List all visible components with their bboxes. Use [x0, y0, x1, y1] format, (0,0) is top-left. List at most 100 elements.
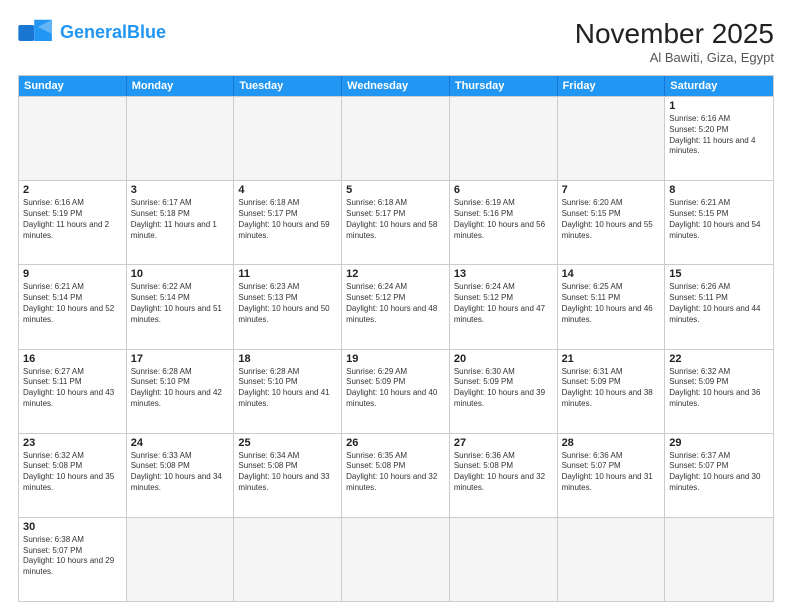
calendar-cell-r6-c1: 30Sunrise: 6:38 AM Sunset: 5:07 PM Dayli… — [19, 518, 127, 601]
calendar-cell-r6-c6 — [558, 518, 666, 601]
day-number: 25 — [238, 437, 337, 449]
cell-info: Sunrise: 6:36 AM Sunset: 5:08 PM Dayligh… — [454, 451, 553, 494]
cell-info: Sunrise: 6:33 AM Sunset: 5:08 PM Dayligh… — [131, 451, 230, 494]
header-thursday: Thursday — [450, 76, 558, 96]
cell-info: Sunrise: 6:20 AM Sunset: 5:15 PM Dayligh… — [562, 198, 661, 241]
day-number: 8 — [669, 184, 769, 196]
calendar: Sunday Monday Tuesday Wednesday Thursday… — [18, 75, 774, 602]
calendar-cell-r1-c4 — [342, 97, 450, 180]
day-number: 17 — [131, 353, 230, 365]
calendar-cell-r6-c7 — [665, 518, 773, 601]
calendar-cell-r1-c5 — [450, 97, 558, 180]
calendar-cell-r5-c7: 29Sunrise: 6:37 AM Sunset: 5:07 PM Dayli… — [665, 434, 773, 517]
cell-info: Sunrise: 6:31 AM Sunset: 5:09 PM Dayligh… — [562, 367, 661, 410]
cell-info: Sunrise: 6:35 AM Sunset: 5:08 PM Dayligh… — [346, 451, 445, 494]
day-number: 26 — [346, 437, 445, 449]
header: GeneralBlue November 2025 Al Bawiti, Giz… — [18, 18, 774, 65]
cell-info: Sunrise: 6:28 AM Sunset: 5:10 PM Dayligh… — [131, 367, 230, 410]
calendar-body: 1 Sunrise: 6:16 AM Sunset: 5:20 PM Daylig… — [19, 96, 773, 601]
location: Al Bawiti, Giza, Egypt — [575, 50, 774, 65]
header-tuesday: Tuesday — [234, 76, 342, 96]
calendar-cell-r5-c3: 25Sunrise: 6:34 AM Sunset: 5:08 PM Dayli… — [234, 434, 342, 517]
month-title: November 2025 — [575, 18, 774, 50]
calendar-row-2: 2Sunrise: 6:16 AM Sunset: 5:19 PM Daylig… — [19, 180, 773, 264]
calendar-cell-r4-c3: 18Sunrise: 6:28 AM Sunset: 5:10 PM Dayli… — [234, 350, 342, 433]
cell-info: Sunrise: 6:19 AM Sunset: 5:16 PM Dayligh… — [454, 198, 553, 241]
day-number: 24 — [131, 437, 230, 449]
logo-text: GeneralBlue — [60, 23, 166, 43]
calendar-cell-r2-c2: 3 Sunrise: 6:17 AM Sunset: 5:18 PM Daylig… — [127, 181, 235, 264]
calendar-cell-r2-c1: 2Sunrise: 6:16 AM Sunset: 5:19 PM Daylig… — [19, 181, 127, 264]
logo-blue: Blue — [127, 22, 166, 42]
calendar-cell-r3-c6: 14 Sunrise: 6:25 AM Sunset: 5:11 PM Dayli… — [558, 265, 666, 348]
calendar-row-3: 9 Sunrise: 6:21 AM Sunset: 5:14 PM Daylig… — [19, 264, 773, 348]
calendar-cell-r1-c3 — [234, 97, 342, 180]
day-number: 16 — [23, 353, 122, 365]
day-number: 20 — [454, 353, 553, 365]
day-number: 15 — [669, 268, 769, 280]
calendar-cell-r4-c6: 21 Sunrise: 6:31 AM Sunset: 5:09 PM Dayli… — [558, 350, 666, 433]
cell-info: Sunrise: 6:22 AM Sunset: 5:14 PM Dayligh… — [131, 282, 230, 325]
day-number: 7 — [562, 184, 661, 196]
day-number: 9 — [23, 268, 122, 280]
calendar-row-4: 16Sunrise: 6:27 AM Sunset: 5:11 PM Dayli… — [19, 349, 773, 433]
header-friday: Friday — [558, 76, 666, 96]
calendar-cell-r5-c1: 23 Sunrise: 6:32 AM Sunset: 5:08 PM Dayli… — [19, 434, 127, 517]
day-number: 28 — [562, 437, 661, 449]
calendar-header: Sunday Monday Tuesday Wednesday Thursday… — [19, 76, 773, 96]
calendar-cell-r6-c2 — [127, 518, 235, 601]
day-number: 27 — [454, 437, 553, 449]
day-number: 29 — [669, 437, 769, 449]
cell-info: Sunrise: 6:25 AM Sunset: 5:11 PM Dayligh… — [562, 282, 661, 325]
calendar-cell-r3-c3: 11 Sunrise: 6:23 AM Sunset: 5:13 PM Dayli… — [234, 265, 342, 348]
page: GeneralBlue November 2025 Al Bawiti, Giz… — [0, 0, 792, 612]
day-number: 1 — [669, 100, 769, 112]
cell-info: Sunrise: 6:26 AM Sunset: 5:11 PM Dayligh… — [669, 282, 769, 325]
day-number: 13 — [454, 268, 553, 280]
cell-info: Sunrise: 6:32 AM Sunset: 5:08 PM Dayligh… — [23, 451, 122, 494]
day-number: 14 — [562, 268, 661, 280]
header-monday: Monday — [127, 76, 235, 96]
calendar-cell-r1-c6 — [558, 97, 666, 180]
day-number: 3 — [131, 184, 230, 196]
calendar-cell-r5-c2: 24 Sunrise: 6:33 AM Sunset: 5:08 PM Dayli… — [127, 434, 235, 517]
cell-info: Sunrise: 6:17 AM Sunset: 5:18 PM Dayligh… — [131, 198, 230, 241]
cell-info: Sunrise: 6:23 AM Sunset: 5:13 PM Dayligh… — [238, 282, 337, 325]
cell-info: Sunrise: 6:16 AM Sunset: 5:20 PM Dayligh… — [669, 114, 769, 157]
day-number: 23 — [23, 437, 122, 449]
calendar-cell-r2-c3: 4Sunrise: 6:18 AM Sunset: 5:17 PM Daylig… — [234, 181, 342, 264]
calendar-cell-r6-c4 — [342, 518, 450, 601]
calendar-cell-r5-c5: 27 Sunrise: 6:36 AM Sunset: 5:08 PM Dayli… — [450, 434, 558, 517]
day-number: 19 — [346, 353, 445, 365]
header-saturday: Saturday — [665, 76, 773, 96]
cell-info: Sunrise: 6:32 AM Sunset: 5:09 PM Dayligh… — [669, 367, 769, 410]
cell-info: Sunrise: 6:24 AM Sunset: 5:12 PM Dayligh… — [454, 282, 553, 325]
day-number: 21 — [562, 353, 661, 365]
calendar-row-6: 30Sunrise: 6:38 AM Sunset: 5:07 PM Dayli… — [19, 517, 773, 601]
calendar-cell-r4-c4: 19 Sunrise: 6:29 AM Sunset: 5:09 PM Dayli… — [342, 350, 450, 433]
day-number: 22 — [669, 353, 769, 365]
calendar-cell-r1-c1 — [19, 97, 127, 180]
calendar-cell-r6-c5 — [450, 518, 558, 601]
cell-info: Sunrise: 6:29 AM Sunset: 5:09 PM Dayligh… — [346, 367, 445, 410]
calendar-cell-r4-c5: 20Sunrise: 6:30 AM Sunset: 5:09 PM Dayli… — [450, 350, 558, 433]
calendar-cell-r3-c1: 9 Sunrise: 6:21 AM Sunset: 5:14 PM Daylig… — [19, 265, 127, 348]
day-number: 11 — [238, 268, 337, 280]
calendar-cell-r2-c5: 6Sunrise: 6:19 AM Sunset: 5:16 PM Daylig… — [450, 181, 558, 264]
cell-info: Sunrise: 6:21 AM Sunset: 5:15 PM Dayligh… — [669, 198, 769, 241]
logo-general: General — [60, 22, 127, 42]
calendar-cell-r3-c5: 13 Sunrise: 6:24 AM Sunset: 5:12 PM Dayli… — [450, 265, 558, 348]
calendar-cell-r4-c1: 16Sunrise: 6:27 AM Sunset: 5:11 PM Dayli… — [19, 350, 127, 433]
cell-info: Sunrise: 6:21 AM Sunset: 5:14 PM Dayligh… — [23, 282, 122, 325]
day-number: 5 — [346, 184, 445, 196]
cell-info: Sunrise: 6:16 AM Sunset: 5:19 PM Dayligh… — [23, 198, 122, 241]
calendar-row-1: 1 Sunrise: 6:16 AM Sunset: 5:20 PM Daylig… — [19, 96, 773, 180]
calendar-cell-r2-c6: 7 Sunrise: 6:20 AM Sunset: 5:15 PM Daylig… — [558, 181, 666, 264]
logo: GeneralBlue — [18, 18, 166, 48]
calendar-cell-r3-c7: 15 Sunrise: 6:26 AM Sunset: 5:11 PM Dayli… — [665, 265, 773, 348]
cell-info: Sunrise: 6:36 AM Sunset: 5:07 PM Dayligh… — [562, 451, 661, 494]
header-wednesday: Wednesday — [342, 76, 450, 96]
calendar-cell-r1-c2 — [127, 97, 235, 180]
cell-info: Sunrise: 6:18 AM Sunset: 5:17 PM Dayligh… — [238, 198, 337, 241]
calendar-cell-r4-c7: 22 Sunrise: 6:32 AM Sunset: 5:09 PM Dayli… — [665, 350, 773, 433]
